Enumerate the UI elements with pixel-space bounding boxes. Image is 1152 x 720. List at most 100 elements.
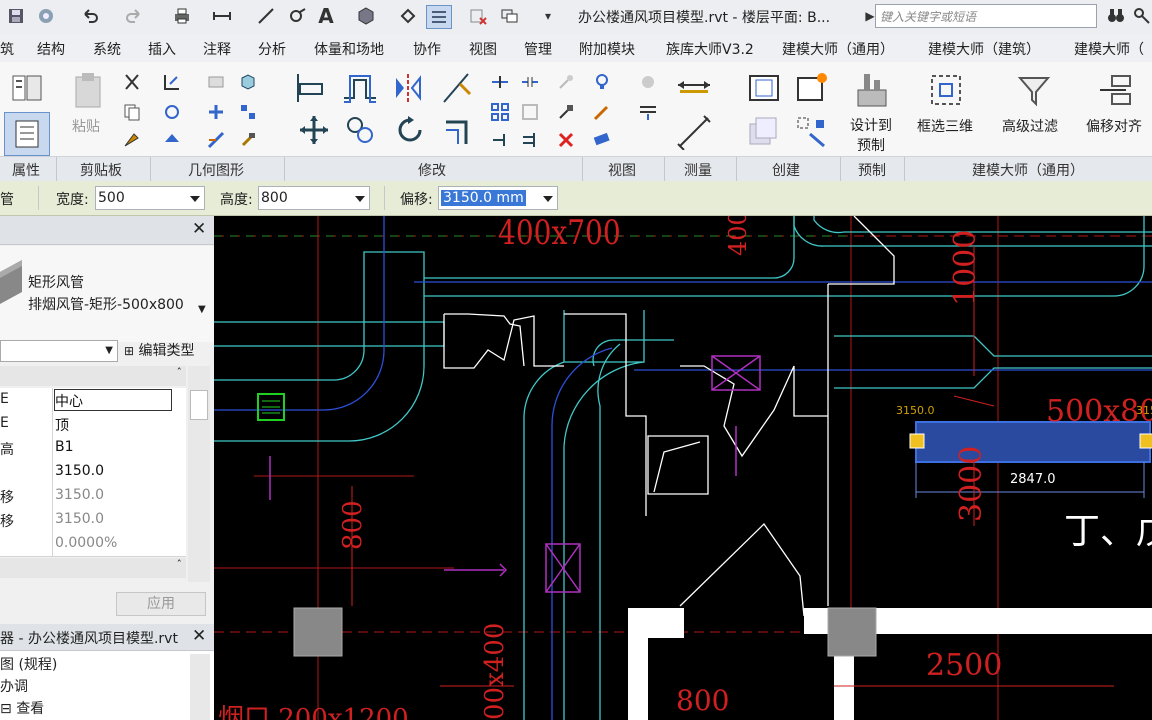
print-icon[interactable]	[170, 5, 194, 27]
instance-filter-select[interactable]: ▼	[0, 340, 118, 362]
frame-3d-label[interactable]: 框选三维	[917, 116, 973, 136]
frame-3d-icon[interactable]	[924, 68, 968, 112]
properties-button[interactable]	[4, 112, 50, 156]
width-select[interactable]: 500	[95, 186, 205, 210]
measure-between-icon[interactable]	[672, 112, 716, 152]
lightbulb-icon[interactable]	[590, 70, 614, 94]
offset-align-icon[interactable]	[1094, 68, 1138, 112]
trim-single-icon[interactable]	[488, 128, 512, 152]
array-icon[interactable]	[488, 100, 512, 124]
unpin-icon[interactable]	[554, 70, 578, 94]
3d-view-icon[interactable]	[354, 5, 378, 27]
edit-type-button[interactable]: ⊞ 编辑类型	[124, 340, 195, 360]
switch-windows-icon[interactable]	[498, 5, 522, 27]
delete-icon[interactable]	[554, 128, 578, 152]
tab-family-library[interactable]: 族库大师V3.2	[666, 39, 754, 59]
create-group-icon[interactable]	[744, 112, 784, 152]
mirror-axis-icon[interactable]	[388, 68, 428, 108]
undo-icon[interactable]	[78, 5, 102, 27]
tree-item-views[interactable]: 图 (规程)	[0, 654, 57, 674]
favorites-icon[interactable]	[1130, 5, 1152, 27]
tab-manage[interactable]: 管理	[524, 39, 552, 59]
hammer-icon[interactable]	[236, 128, 260, 152]
move-icon[interactable]	[296, 112, 332, 148]
tab-insert[interactable]: 插入	[148, 39, 176, 59]
match-type-icon[interactable]	[120, 128, 144, 152]
drawing-canvas[interactable]: 400x700 1000 500x800 3150.0 3150.0 2847.…	[214, 216, 1152, 720]
tab-addins[interactable]: 附加模块	[579, 39, 635, 59]
create-parts-icon[interactable]	[792, 68, 832, 108]
tree-item-hvac[interactable]: 办调	[0, 676, 28, 696]
copy-icon[interactable]	[120, 100, 144, 124]
customize-qat-icon[interactable]: ▾	[536, 5, 560, 27]
tab-modeling-arch[interactable]: 建模大师（建筑）	[928, 39, 1040, 59]
wall-joins-icon[interactable]	[204, 100, 228, 124]
close-icon[interactable]: ✕	[192, 219, 206, 239]
temporary-dimension[interactable]: 2847.0	[1010, 472, 1056, 487]
paint-icon[interactable]	[160, 128, 184, 152]
copy-element-icon[interactable]	[342, 112, 378, 148]
join-icon[interactable]	[236, 70, 260, 94]
design-to-fabrication-label[interactable]: 设计到 预制	[850, 116, 892, 156]
property-row[interactable]: E顶	[0, 412, 186, 437]
trim-multiple-icon[interactable]	[518, 128, 542, 152]
tree-item-view[interactable]: ⊟ 查看	[0, 698, 44, 718]
tab-analyze[interactable]: 分析	[258, 39, 286, 59]
create-assembly-icon[interactable]	[744, 68, 784, 108]
tab-modeling-more[interactable]: 建模大师（	[1074, 39, 1144, 59]
scale-icon[interactable]	[518, 100, 542, 124]
cope-icon[interactable]	[160, 70, 184, 94]
cut-icon[interactable]	[120, 70, 144, 94]
trim-extend-icon[interactable]	[440, 112, 476, 148]
thin-lines-icon[interactable]	[426, 5, 452, 29]
save-icon[interactable]	[4, 5, 28, 27]
rotate-icon[interactable]	[392, 112, 428, 148]
text-icon[interactable]: A	[314, 4, 338, 28]
pin-icon[interactable]	[554, 100, 578, 124]
demolish-icon[interactable]	[236, 100, 260, 124]
tab-modeling-general[interactable]: 建模大师（通用）	[782, 39, 894, 59]
tag-icon[interactable]	[286, 5, 310, 27]
line-styles-icon[interactable]	[636, 100, 660, 124]
advanced-filter-icon[interactable]	[1012, 68, 1056, 112]
close-hidden-icon[interactable]	[466, 5, 490, 27]
property-row[interactable]: 高 B1	[0, 436, 186, 461]
properties-scrollbar[interactable]	[188, 366, 210, 582]
split-icon[interactable]	[488, 70, 512, 94]
close-icon[interactable]: ✕	[192, 626, 206, 646]
paste-icon[interactable]	[66, 68, 110, 114]
apply-button[interactable]: 应用	[116, 592, 206, 616]
tab-structure[interactable]: 结构	[37, 39, 65, 59]
align-icon[interactable]	[290, 68, 330, 108]
override-icon[interactable]	[636, 70, 660, 94]
property-row[interactable]: 3150.0	[0, 460, 186, 485]
similar-icon[interactable]	[792, 112, 832, 152]
search-input[interactable]: 键入关键字或短语	[875, 4, 1097, 28]
scrollbar-thumb[interactable]	[190, 390, 208, 420]
binoculars-icon[interactable]	[1104, 5, 1128, 27]
cut-geometry-icon[interactable]	[204, 70, 228, 94]
advanced-filter-label[interactable]: 高级过滤	[1002, 116, 1058, 136]
browser-scrollbar[interactable]	[190, 654, 210, 720]
section-icon[interactable]	[396, 5, 420, 27]
offset-icon[interactable]	[338, 68, 382, 108]
dimension-icon[interactable]	[254, 5, 278, 27]
linework-icon[interactable]	[590, 100, 614, 124]
tab-systems[interactable]: 系统	[93, 39, 121, 59]
height-select[interactable]: 800	[258, 186, 370, 210]
constraints-group-header[interactable]: ˆ	[0, 366, 186, 386]
sync-icon[interactable]	[34, 5, 58, 27]
chevron-down-icon[interactable]: ▼	[198, 304, 206, 315]
tab-view[interactable]: 视图	[469, 39, 497, 59]
cope-tool-icon[interactable]	[204, 128, 228, 152]
tab-collaborate[interactable]: 协作	[413, 39, 441, 59]
offset-align-label[interactable]: 偏移对齐	[1086, 116, 1142, 136]
group-header[interactable]: ˆ	[0, 558, 186, 578]
type-properties-icon[interactable]	[8, 68, 46, 108]
tab-architecture[interactable]: 筑	[0, 39, 14, 59]
redo-icon[interactable]	[122, 5, 146, 27]
tab-massing[interactable]: 体量和场地	[314, 39, 384, 59]
mirror-draw-icon[interactable]	[436, 68, 476, 108]
aligned-dimension-icon[interactable]	[672, 70, 716, 100]
offset-select[interactable]: 3150.0 mm	[438, 186, 558, 210]
